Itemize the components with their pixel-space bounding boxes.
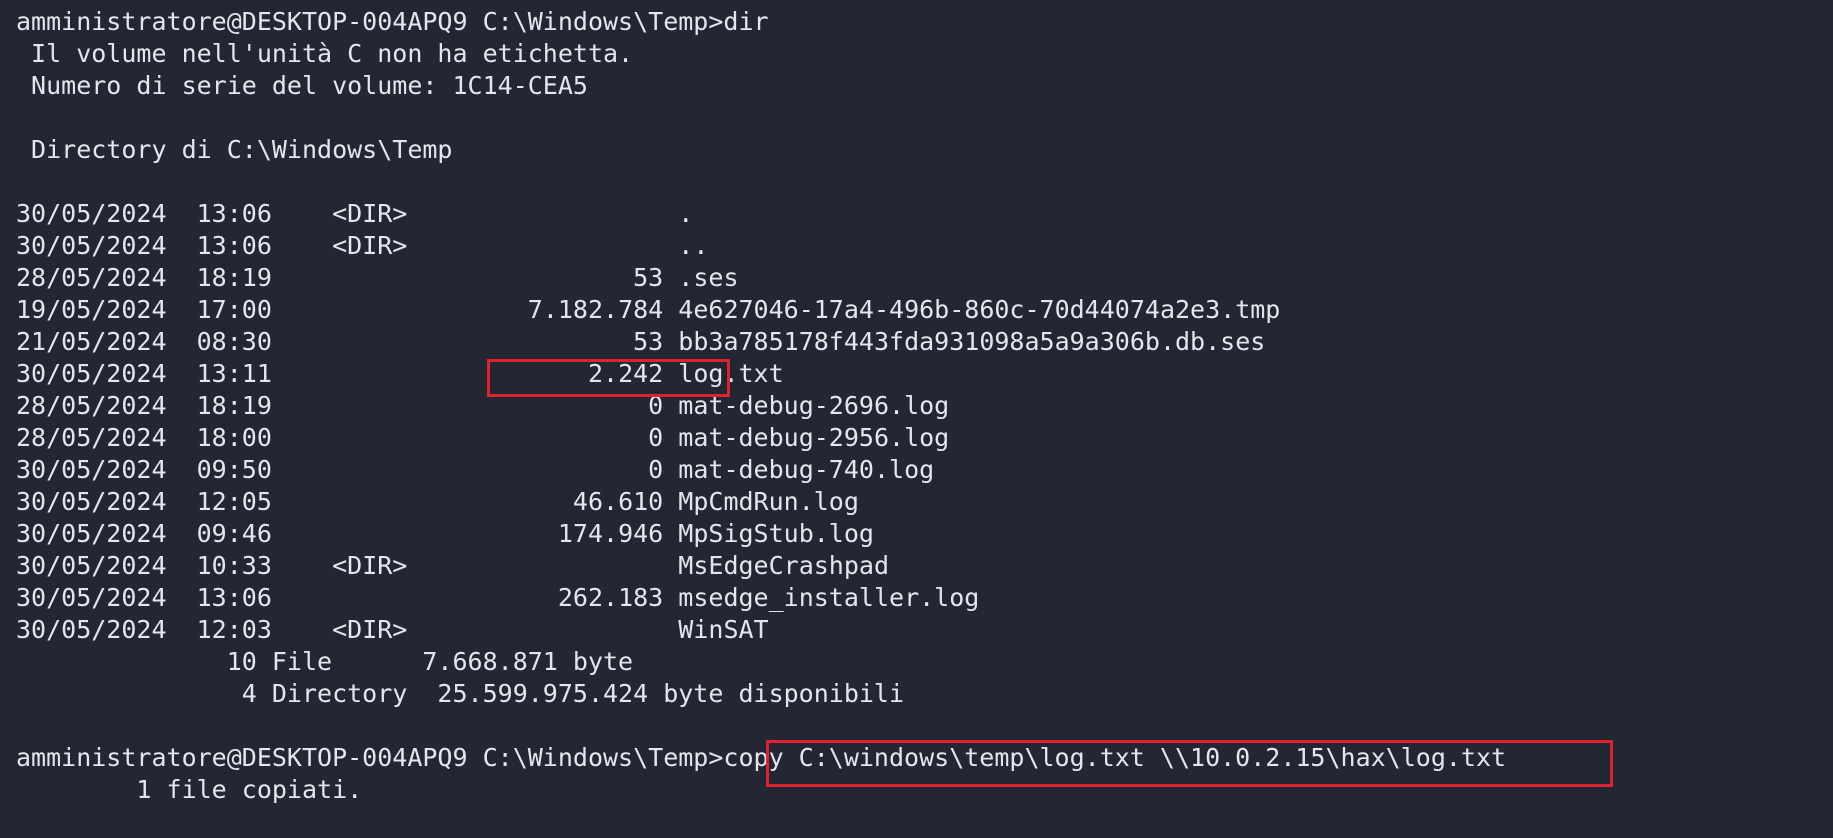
command-dir: dir bbox=[723, 7, 769, 36]
listing-row: 30/05/2024 13:06 <DIR> . bbox=[16, 198, 1833, 230]
volume-label-line: Il volume nell'unità C non ha etichetta. bbox=[16, 39, 634, 68]
entry-date: 30/05/2024 bbox=[16, 231, 197, 260]
entry-size: 262.183 bbox=[407, 583, 679, 612]
listing-row: 30/05/2024 12:05 46.610 MpCmdRun.log bbox=[16, 486, 1833, 518]
entry-dir bbox=[332, 327, 407, 356]
highlight-box-log-txt bbox=[487, 359, 730, 397]
entry-name: . bbox=[678, 199, 694, 228]
entry-size bbox=[407, 199, 678, 228]
entry-date: 30/05/2024 bbox=[16, 199, 197, 228]
entry-name: .. bbox=[678, 231, 709, 260]
entry-size: 0 bbox=[407, 423, 679, 452]
prompt-line-dir: amministratore@DESKTOP-004APQ9 C:\Window… bbox=[16, 6, 1833, 38]
directory-line: Directory di C:\Windows\Temp bbox=[16, 135, 453, 164]
entry-name: mat-debug-740.log bbox=[678, 455, 935, 484]
entry-date: 30/05/2024 bbox=[16, 519, 197, 548]
entry-date: 30/05/2024 bbox=[16, 583, 197, 612]
listing-row: 30/05/2024 12:03 <DIR> WinSAT bbox=[16, 614, 1833, 646]
entry-date: 28/05/2024 bbox=[16, 391, 197, 420]
entry-name: bb3a785178f443fda931098a5a9a306b.db.ses bbox=[678, 327, 1266, 356]
listing-row: 28/05/2024 18:00 0 mat-debug-2956.log bbox=[16, 422, 1833, 454]
entry-dir bbox=[332, 359, 407, 388]
listing-row: 30/05/2024 13:11 2.242 log.txt bbox=[16, 358, 1833, 390]
directory-listing: 30/05/2024 13:06 <DIR> . 30/05/2024 13:06… bbox=[16, 198, 1833, 646]
listing-row: 30/05/2024 09:50 0 mat-debug-740.log bbox=[16, 454, 1833, 486]
entry-time: 09:46 bbox=[196, 519, 333, 548]
entry-size bbox=[407, 615, 678, 644]
entry-time: 12:05 bbox=[196, 487, 333, 516]
summary-dirs-line: 4 Directory 25.599.975.424 byte disponib… bbox=[16, 679, 905, 708]
entry-date: 30/05/2024 bbox=[16, 551, 197, 580]
entry-date: 28/05/2024 bbox=[16, 263, 197, 292]
terminal-window[interactable]: amministratore@DESKTOP-004APQ9 C:\Window… bbox=[0, 0, 1833, 838]
prompt: amministratore@DESKTOP-004APQ9 C:\Window… bbox=[16, 743, 724, 772]
entry-name: .ses bbox=[678, 263, 739, 292]
entry-size: 53 bbox=[407, 327, 679, 356]
entry-dir bbox=[332, 423, 407, 452]
entry-date: 21/05/2024 bbox=[16, 327, 197, 356]
listing-row: 30/05/2024 13:06 262.183 msedge_installe… bbox=[16, 582, 1833, 614]
highlight-box-copy-command bbox=[766, 740, 1613, 787]
entry-date: 30/05/2024 bbox=[16, 455, 197, 484]
prompt: amministratore@DESKTOP-004APQ9 C:\Window… bbox=[16, 7, 724, 36]
entry-time: 10:33 bbox=[196, 551, 333, 580]
entry-name: MsEdgeCrashpad bbox=[678, 551, 890, 580]
entry-size: 53 bbox=[407, 263, 679, 292]
entry-name: WinSAT bbox=[678, 615, 769, 644]
entry-dir bbox=[332, 519, 407, 548]
entry-time: 12:03 bbox=[196, 615, 333, 644]
entry-time: 18:19 bbox=[196, 391, 333, 420]
entry-date: 19/05/2024 bbox=[16, 295, 197, 324]
entry-size bbox=[407, 231, 678, 260]
listing-row: 30/05/2024 13:06 <DIR> .. bbox=[16, 230, 1833, 262]
entry-date: 28/05/2024 bbox=[16, 423, 197, 452]
entry-dir bbox=[332, 391, 407, 420]
entry-dir: <DIR> bbox=[332, 615, 408, 644]
volume-serial-line: Numero di serie del volume: 1C14-CEA5 bbox=[16, 71, 588, 100]
entry-name: 4e627046-17a4-496b-860c-70d44074a2e3.tmp bbox=[678, 295, 1281, 324]
entry-dir: <DIR> bbox=[332, 231, 408, 260]
summary-files-line: 10 File 7.668.871 byte bbox=[16, 647, 634, 676]
entry-time: 13:06 bbox=[196, 231, 333, 260]
entry-time: 08:30 bbox=[196, 327, 333, 356]
entry-size bbox=[407, 551, 678, 580]
entry-time: 17:00 bbox=[196, 295, 333, 324]
entry-dir bbox=[332, 295, 407, 324]
entry-time: 18:19 bbox=[196, 263, 333, 292]
entry-name: MpCmdRun.log bbox=[678, 487, 859, 516]
entry-size: 46.610 bbox=[407, 487, 679, 516]
entry-date: 30/05/2024 bbox=[16, 487, 197, 516]
entry-time: 09:50 bbox=[196, 455, 333, 484]
listing-row: 30/05/2024 10:33 <DIR> MsEdgeCrashpad bbox=[16, 550, 1833, 582]
entry-size: 7.182.784 bbox=[407, 295, 679, 324]
entry-time: 13:11 bbox=[196, 359, 333, 388]
entry-name: mat-debug-2956.log bbox=[678, 423, 950, 452]
entry-name: msedge_installer.log bbox=[678, 583, 980, 612]
listing-row: 19/05/2024 17:00 7.182.784 4e627046-17a4… bbox=[16, 294, 1833, 326]
entry-dir bbox=[332, 487, 407, 516]
entry-dir: <DIR> bbox=[332, 551, 408, 580]
listing-row: 30/05/2024 09:46 174.946 MpSigStub.log bbox=[16, 518, 1833, 550]
entry-name: MpSigStub.log bbox=[678, 519, 874, 548]
listing-row: 28/05/2024 18:19 0 mat-debug-2696.log bbox=[16, 390, 1833, 422]
entry-date: 30/05/2024 bbox=[16, 359, 197, 388]
entry-dir: <DIR> bbox=[332, 199, 408, 228]
entry-dir bbox=[332, 583, 407, 612]
entry-time: 13:06 bbox=[196, 199, 333, 228]
entry-size: 174.946 bbox=[407, 519, 679, 548]
entry-date: 30/05/2024 bbox=[16, 615, 197, 644]
entry-size: 0 bbox=[407, 455, 679, 484]
listing-row: 28/05/2024 18:19 53 .ses bbox=[16, 262, 1833, 294]
entry-dir bbox=[332, 455, 407, 484]
entry-dir bbox=[332, 263, 407, 292]
entry-time: 13:06 bbox=[196, 583, 333, 612]
entry-time: 18:00 bbox=[196, 423, 333, 452]
listing-row: 21/05/2024 08:30 53 bb3a785178f443fda931… bbox=[16, 326, 1833, 358]
